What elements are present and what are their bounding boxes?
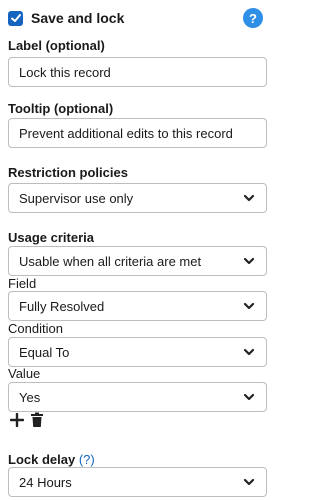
restriction-policies-value: Supervisor use only	[19, 190, 134, 206]
value-value: Yes	[19, 389, 41, 405]
save-and-lock-panel: Save and lock ? Label (optional) Tooltip…	[0, 0, 275, 500]
save-lock-header: Save and lock ?	[8, 6, 267, 30]
value-label: Value	[8, 366, 41, 381]
condition-value: Equal To	[19, 344, 70, 360]
field-value: Fully Resolved	[19, 298, 105, 314]
usage-criteria-select[interactable]: Usable when all criteria are met	[8, 246, 267, 276]
label-field-label: Label (optional)	[8, 38, 105, 53]
lock-delay-help-link[interactable]: (?)	[79, 452, 95, 467]
lock-delay-label-text: Lock delay	[8, 452, 76, 467]
chevron-down-icon	[243, 393, 255, 401]
usage-criteria-label: Usage criteria	[8, 230, 94, 245]
condition-label: Condition	[8, 321, 63, 336]
tooltip-input[interactable]	[8, 118, 267, 148]
help-icon[interactable]: ?	[243, 8, 263, 28]
field-label: Field	[8, 276, 37, 291]
save-lock-title: Save and lock	[31, 10, 125, 26]
usage-criteria-value: Usable when all criteria are met	[19, 253, 202, 269]
chevron-down-icon	[243, 302, 255, 310]
condition-select[interactable]: Equal To	[8, 337, 267, 367]
restriction-policies-select[interactable]: Supervisor use only	[8, 183, 267, 213]
trash-icon[interactable]	[30, 412, 44, 428]
chevron-down-icon	[243, 194, 255, 202]
save-lock-checkbox[interactable]	[8, 10, 23, 26]
plus-icon[interactable]	[10, 413, 24, 427]
label-input[interactable]	[8, 57, 267, 87]
lock-delay-label: Lock delay (?)	[8, 452, 95, 467]
field-select[interactable]: Fully Resolved	[8, 291, 267, 321]
chevron-down-icon	[243, 478, 255, 486]
lock-delay-select[interactable]: 24 Hours	[8, 467, 267, 497]
criteria-tools	[10, 412, 44, 428]
tooltip-field-label: Tooltip (optional)	[8, 101, 114, 116]
chevron-down-icon	[243, 348, 255, 356]
chevron-down-icon	[243, 257, 255, 265]
restriction-policies-label: Restriction policies	[8, 165, 128, 180]
value-select[interactable]: Yes	[8, 382, 267, 412]
checkmark-icon	[10, 14, 21, 22]
lock-delay-value: 24 Hours	[19, 474, 72, 490]
